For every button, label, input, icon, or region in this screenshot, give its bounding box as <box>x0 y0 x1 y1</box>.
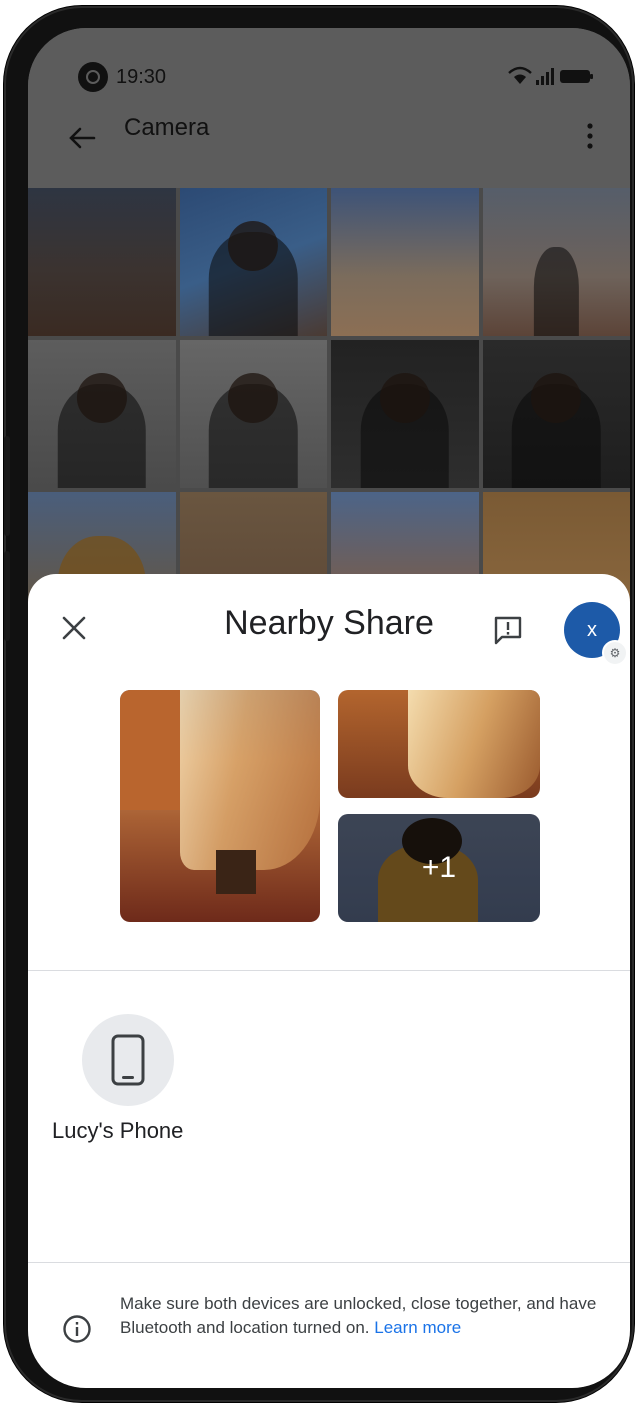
photo-tile[interactable] <box>179 340 327 488</box>
status-time: 19:30 <box>116 66 167 88</box>
volume-button <box>4 436 10 536</box>
back-arrow-icon[interactable] <box>64 120 100 156</box>
preview-chair <box>216 850 256 894</box>
share-preview-image <box>120 690 320 922</box>
divider <box>28 1262 630 1263</box>
preview-curtain <box>180 690 320 870</box>
info-icon <box>63 1315 91 1343</box>
divider <box>28 970 630 971</box>
photo-tile[interactable] <box>482 188 630 336</box>
sheet-title: Nearby Share <box>224 604 434 642</box>
photo-head <box>228 372 279 423</box>
nearby-share-sheet: Nearby Share x ⚙ +1 Lucy's Phone Make su… <box>28 574 630 1388</box>
device-name: Lucy's Phone <box>52 1118 184 1143</box>
feedback-icon <box>494 616 522 645</box>
wifi-icon <box>508 66 532 84</box>
photo-tile[interactable] <box>28 188 176 336</box>
photo-tile[interactable] <box>331 340 479 488</box>
photo-head <box>228 220 279 271</box>
camera-punch-hole-icon <box>78 62 108 92</box>
device-item[interactable]: Lucy's Phone <box>52 1014 202 1154</box>
photo-figure <box>534 247 579 336</box>
photo-head <box>531 372 582 423</box>
app-bar <box>28 108 630 188</box>
info-text: Make sure both devices are unlocked, clo… <box>120 1294 597 1337</box>
app-title: Camera <box>124 114 210 141</box>
more-vert-icon[interactable] <box>584 120 596 152</box>
photo-head <box>76 372 127 423</box>
preview-curtain <box>408 690 540 798</box>
more-items-count: +1 <box>338 814 540 922</box>
close-button[interactable] <box>56 610 92 646</box>
close-icon <box>62 616 86 640</box>
photo-tile[interactable] <box>482 340 630 488</box>
phone-frame: 19:30 Camera Nearby Share x ⚙ +1 Lucy's … <box>4 6 634 1402</box>
photo-tile[interactable] <box>331 188 479 336</box>
share-preview-image: +1 <box>338 814 540 922</box>
info-message: Make sure both devices are unlocked, clo… <box>120 1292 610 1340</box>
photo-tile[interactable] <box>28 340 176 488</box>
power-button <box>4 551 10 641</box>
signal-icon <box>536 68 554 85</box>
preview-wall <box>120 690 180 810</box>
share-preview-image <box>338 690 540 798</box>
photo-head <box>379 372 430 423</box>
smartphone-icon <box>111 1034 145 1086</box>
feedback-button[interactable] <box>488 610 528 650</box>
learn-more-link[interactable]: Learn more <box>374 1318 461 1337</box>
screen: 19:30 Camera Nearby Share x ⚙ +1 Lucy's … <box>28 28 630 1388</box>
photo-tile[interactable] <box>179 188 327 336</box>
settings-gear-icon: ⚙ <box>602 640 628 666</box>
device-avatar <box>82 1014 174 1106</box>
battery-icon <box>560 70 593 83</box>
photo-grid <box>28 188 630 640</box>
status-icons <box>508 66 593 85</box>
